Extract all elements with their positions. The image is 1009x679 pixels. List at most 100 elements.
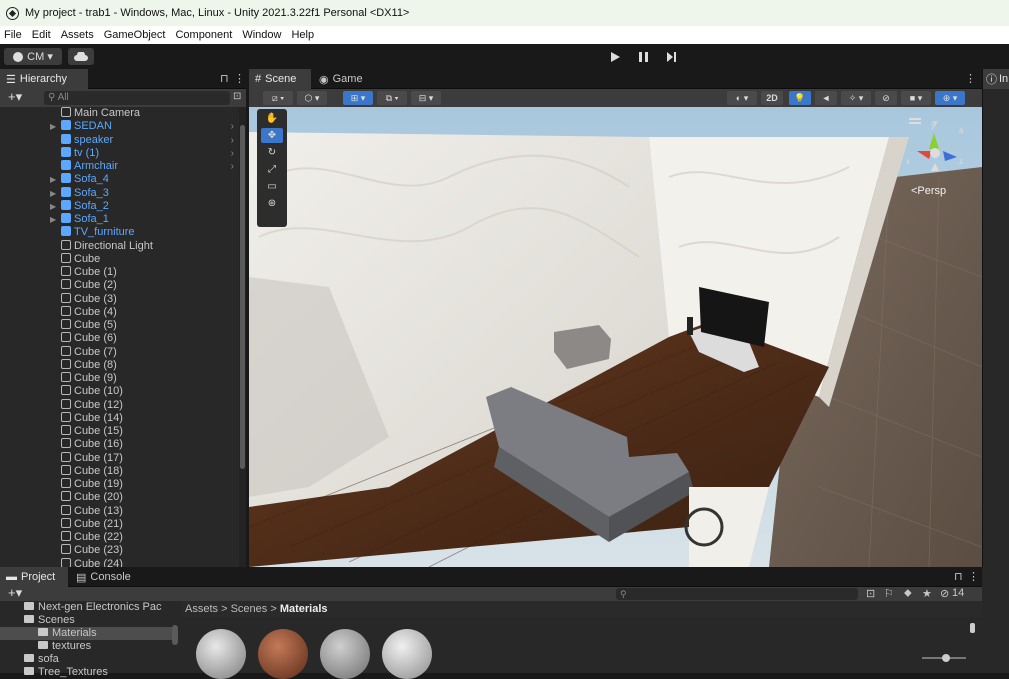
open-prefab-arrow-icon[interactable]: › bbox=[231, 120, 234, 133]
tab-inspector[interactable]: ⓘ In bbox=[983, 69, 1009, 89]
hierarchy-item[interactable]: Main Camera bbox=[0, 107, 238, 120]
cloud-button[interactable] bbox=[68, 48, 94, 65]
hierarchy-item[interactable]: Cube (7) bbox=[0, 345, 238, 359]
hierarchy-item[interactable]: Cube (15) bbox=[0, 425, 238, 438]
hierarchy-item[interactable]: Cube (22) bbox=[0, 531, 238, 544]
hierarchy-item[interactable]: Cube (18) bbox=[0, 464, 238, 478]
play-icon[interactable] bbox=[604, 48, 626, 65]
hierarchy-item[interactable]: TV_furniture bbox=[0, 226, 238, 239]
expand-arrow-icon[interactable]: ▶ bbox=[50, 173, 56, 186]
project-folder-item[interactable]: sofa bbox=[0, 653, 178, 666]
menu-assets[interactable]: Assets bbox=[61, 29, 94, 41]
align-dropdown[interactable]: ⊟ ▾ bbox=[411, 91, 441, 105]
search-options-icon[interactable]: ⊡ bbox=[233, 91, 241, 102]
project-folder-item[interactable]: Scenes bbox=[0, 614, 178, 627]
hierarchy-item[interactable]: Cube (10) bbox=[0, 385, 238, 398]
hierarchy-item[interactable]: Cube (19) bbox=[0, 478, 238, 491]
tab-scene[interactable]: # Scene bbox=[249, 69, 311, 89]
thumbnail-size-slider[interactable] bbox=[922, 654, 966, 662]
account-button[interactable]: CM ▾ bbox=[4, 48, 62, 65]
hierarchy-item[interactable]: Cube (13) bbox=[0, 504, 238, 518]
expand-arrow-icon[interactable]: ▶ bbox=[50, 120, 56, 133]
menu-window[interactable]: Window bbox=[242, 29, 281, 41]
add-icon[interactable]: +▾ bbox=[8, 89, 22, 105]
project-folder-item[interactable]: Materials bbox=[0, 627, 178, 640]
hierarchy-item[interactable]: Cube (17) bbox=[0, 451, 238, 465]
scrollbar-thumb[interactable] bbox=[240, 125, 245, 469]
favorite-icon[interactable]: ★ bbox=[922, 587, 932, 600]
hierarchy-item[interactable]: Cube (6) bbox=[0, 332, 238, 345]
hierarchy-item[interactable]: Armchair › bbox=[0, 160, 238, 173]
tab-game[interactable]: ◉ Game bbox=[313, 69, 375, 89]
scale-tool-icon[interactable]: ⤢ bbox=[261, 162, 283, 177]
expand-arrow-icon[interactable]: ▶ bbox=[50, 213, 56, 226]
kebab-menu-icon[interactable]: ⋮ bbox=[965, 72, 976, 85]
gizmos-dropdown[interactable]: ⊕ ▾ bbox=[935, 91, 965, 105]
hierarchy-item[interactable]: speaker › bbox=[0, 133, 238, 147]
hierarchy-item[interactable]: Cube (16) bbox=[0, 438, 238, 451]
search-by-label-icon[interactable]: ⚐ bbox=[884, 587, 894, 600]
tab-console[interactable]: ▤ Console bbox=[70, 567, 142, 587]
rotate-tool-icon[interactable]: ↻ bbox=[261, 145, 283, 160]
hierarchy-item[interactable]: ▶ Sofa_2 bbox=[0, 199, 238, 213]
expand-arrow-icon[interactable]: ▶ bbox=[50, 200, 56, 213]
hidden-toggle[interactable]: ⊘ bbox=[875, 91, 897, 105]
open-prefab-arrow-icon[interactable]: › bbox=[231, 147, 234, 160]
hierarchy-item[interactable]: Directional Light bbox=[0, 239, 238, 253]
hierarchy-item[interactable]: Cube (1) bbox=[0, 266, 238, 279]
tab-project[interactable]: ▬ Project bbox=[0, 567, 68, 587]
material-thumbnail[interactable] bbox=[382, 629, 432, 679]
hierarchy-item[interactable]: ▶ Sofa_4 bbox=[0, 173, 238, 186]
breadcrumb-scenes[interactable]: Scenes bbox=[231, 603, 268, 615]
rect-tool-icon[interactable]: ▭ bbox=[261, 179, 283, 194]
scrollbar-thumb[interactable] bbox=[172, 625, 178, 645]
breadcrumb-assets[interactable]: Assets bbox=[185, 603, 218, 615]
render-mode-dropdown[interactable]: ◐ ▾ bbox=[727, 91, 757, 105]
shading-dropdown[interactable]: ⬡ ▾ bbox=[297, 91, 327, 105]
toggle-2d-button[interactable]: 2D bbox=[761, 91, 783, 105]
hierarchy-item[interactable]: Cube (3) bbox=[0, 292, 238, 306]
breadcrumb-materials[interactable]: Materials bbox=[280, 603, 328, 615]
open-prefab-arrow-icon[interactable]: › bbox=[231, 134, 234, 147]
kebab-menu-icon[interactable]: ⋮ bbox=[234, 72, 245, 85]
draw-mode-dropdown[interactable]: ⧄ ▾ bbox=[263, 91, 293, 105]
persp-label[interactable]: <Persp bbox=[911, 185, 946, 197]
project-content-scrollbar[interactable] bbox=[970, 623, 975, 633]
tab-hierarchy[interactable]: ☰ Hierarchy bbox=[0, 69, 88, 89]
lock-icon[interactable]: ⊓ bbox=[220, 72, 229, 85]
scene-canvas[interactable]: ✋ ✥ ↻ ⤢ ▭ ⊛ a x y z <Persp bbox=[249, 107, 982, 567]
hierarchy-item[interactable]: Cube (20) bbox=[0, 491, 238, 504]
audio-toggle[interactable]: ◄ bbox=[815, 91, 837, 105]
open-prefab-arrow-icon[interactable]: › bbox=[231, 160, 234, 173]
menu-edit[interactable]: Edit bbox=[32, 29, 51, 41]
menu-file[interactable]: File bbox=[4, 29, 22, 41]
move-tool-icon[interactable]: ✥ bbox=[261, 128, 283, 143]
hierarchy-scrollbar[interactable] bbox=[239, 107, 246, 567]
hierarchy-item[interactable]: ▶ SEDAN › bbox=[0, 120, 238, 133]
menu-help[interactable]: Help bbox=[291, 29, 314, 41]
hierarchy-item[interactable]: Cube (8) bbox=[0, 358, 238, 372]
project-tree-scrollbar[interactable] bbox=[172, 607, 178, 667]
tag-icon[interactable]: ⬥ bbox=[904, 587, 912, 600]
menu-gameobject[interactable]: GameObject bbox=[104, 29, 166, 41]
increment-snap-dropdown[interactable]: ⧉ ▾ bbox=[377, 91, 407, 105]
hierarchy-item[interactable]: ▶ Sofa_1 bbox=[0, 213, 238, 226]
project-search-input[interactable]: ⚲ bbox=[616, 588, 858, 600]
slider-handle[interactable] bbox=[942, 654, 950, 662]
search-by-type-icon[interactable]: ⊡ bbox=[866, 587, 875, 600]
hierarchy-item[interactable]: ▶ Sofa_3 bbox=[0, 186, 238, 200]
hidden-packages-icon[interactable]: ⊘ bbox=[940, 587, 949, 600]
hierarchy-item[interactable]: Cube bbox=[0, 252, 238, 266]
hierarchy-item[interactable]: tv (1) › bbox=[0, 146, 238, 160]
lighting-toggle[interactable]: 💡 bbox=[789, 91, 811, 105]
effects-dropdown[interactable]: ✧ ▾ bbox=[841, 91, 871, 105]
step-icon[interactable] bbox=[660, 48, 682, 65]
hierarchy-item[interactable]: Cube (9) bbox=[0, 372, 238, 385]
add-icon[interactable]: +▾ bbox=[8, 585, 22, 601]
menu-component[interactable]: Component bbox=[175, 29, 232, 41]
transform-tool-icon[interactable]: ⊛ bbox=[261, 196, 283, 211]
hand-tool-icon[interactable]: ✋ bbox=[261, 111, 283, 126]
project-folder-item[interactable]: Next-gen Electronics Pac bbox=[0, 601, 178, 614]
pause-icon[interactable] bbox=[632, 48, 654, 65]
material-thumbnail[interactable] bbox=[320, 629, 370, 679]
